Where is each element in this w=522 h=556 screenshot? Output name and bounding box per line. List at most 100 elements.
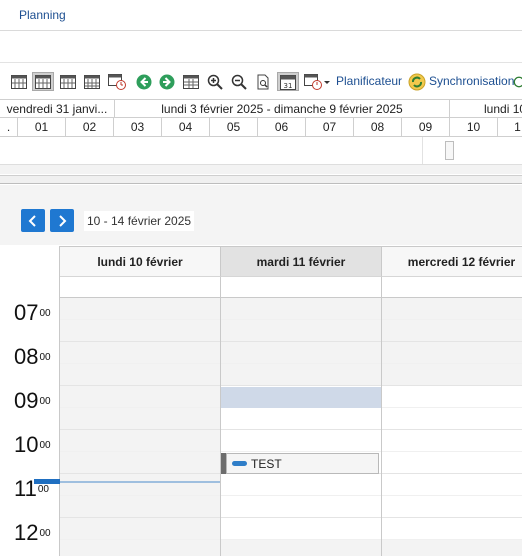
calendar-today-icon: 31 — [280, 74, 296, 90]
splitter[interactable] — [0, 176, 522, 184]
week-view-button[interactable] — [58, 72, 78, 91]
previous-week-button[interactable] — [21, 209, 45, 232]
timeline-week-row: vendredi 31 janvi... lundi 3 février 202… — [0, 99, 522, 118]
timeline-scrollbar[interactable] — [0, 164, 522, 174]
day-view-button[interactable] — [9, 72, 29, 91]
hour-label: 0900 — [14, 388, 51, 413]
time-slot[interactable] — [60, 518, 221, 540]
all-day-cell[interactable] — [60, 276, 221, 298]
calendar-clock-icon — [304, 73, 330, 90]
time-slot[interactable] — [382, 452, 522, 474]
zoom-out-button[interactable] — [229, 72, 249, 91]
time-slot[interactable] — [60, 408, 221, 430]
time-slot[interactable] — [382, 364, 522, 386]
synchronisation-link[interactable]: Synchronisation — [429, 74, 514, 88]
all-day-cell[interactable] — [382, 276, 522, 298]
timeline-day-cell: 08 — [354, 118, 402, 136]
calendar-button[interactable] — [181, 72, 201, 91]
timeline-day-row: . 01 02 03 04 05 06 07 08 09 10 1 — [0, 118, 522, 137]
timeline-day-cell: 10 — [450, 118, 498, 136]
today-button[interactable]: 31 — [277, 72, 299, 91]
planning-tab[interactable]: Planning — [19, 8, 66, 22]
time-slot[interactable] — [60, 342, 221, 364]
chevron-left-icon — [28, 214, 36, 227]
time-slot[interactable] — [382, 496, 522, 518]
time-slot[interactable] — [221, 474, 382, 496]
time-slot[interactable] — [221, 342, 382, 364]
time-slot[interactable] — [60, 430, 221, 452]
timeline-header: vendredi 31 janvi... lundi 3 février 202… — [0, 99, 522, 176]
next-week-button[interactable] — [50, 209, 74, 232]
timeline-view-button[interactable] — [106, 72, 128, 91]
time-slot[interactable] — [382, 408, 522, 430]
time-slot[interactable] — [60, 496, 221, 518]
time-slot[interactable] — [382, 298, 522, 320]
time-slot[interactable] — [382, 386, 522, 408]
time-slot[interactable] — [221, 320, 382, 342]
previous-button[interactable] — [134, 72, 154, 91]
time-slot[interactable] — [221, 518, 382, 540]
sync-icon-button[interactable] — [407, 72, 427, 91]
refresh-icon — [513, 76, 522, 87]
all-day-cell[interactable] — [221, 276, 382, 298]
planificateur-link[interactable]: Planificateur — [336, 74, 402, 88]
sync-icon — [408, 73, 426, 90]
appointment-test[interactable]: TEST — [221, 453, 379, 474]
current-time-line — [34, 481, 220, 483]
zoom-in-button[interactable] — [205, 72, 225, 91]
selected-time-slot[interactable] — [221, 387, 381, 408]
date-range-label: 10 - 14 février 2025 — [84, 211, 195, 231]
timeline-day-cell: 07 — [306, 118, 354, 136]
day-header-wednesday[interactable]: mercredi 12 février — [382, 246, 522, 276]
time-slot[interactable] — [382, 320, 522, 342]
time-slot[interactable] — [60, 474, 221, 496]
current-time-marker — [34, 479, 60, 484]
time-slot[interactable] — [60, 386, 221, 408]
time-slot[interactable] — [60, 298, 221, 320]
timeline-clock-icon — [108, 73, 126, 90]
day-header-tuesday[interactable]: mardi 11 février — [221, 246, 382, 276]
time-slot[interactable] — [382, 518, 522, 540]
time-slot[interactable] — [382, 342, 522, 364]
chevron-right-icon — [59, 214, 67, 227]
ribbon-area — [0, 31, 522, 63]
hour-label: 1000 — [14, 432, 51, 457]
document-search-icon — [257, 74, 269, 89]
hour-label: 1200 — [14, 520, 51, 545]
time-slot[interactable] — [221, 430, 382, 452]
timeline-day-cell: 01 — [18, 118, 66, 136]
time-slot[interactable] — [60, 540, 221, 556]
time-slot[interactable] — [60, 452, 221, 474]
zoom-in-icon — [207, 74, 223, 90]
timeline-day-cell: . — [0, 118, 18, 136]
time-slot[interactable] — [382, 430, 522, 452]
svg-text:31: 31 — [284, 82, 293, 90]
day-header-monday[interactable]: lundi 10 février — [60, 246, 221, 276]
schedule-dropdown-button[interactable] — [303, 72, 331, 91]
time-slot[interactable] — [382, 540, 522, 556]
time-slot[interactable] — [221, 298, 382, 320]
time-slot[interactable] — [221, 364, 382, 386]
grid-icon — [11, 74, 27, 89]
timeline-week-cell: lundi 10 — [450, 100, 522, 118]
time-slot[interactable] — [382, 474, 522, 496]
zoom-out-icon — [231, 74, 247, 90]
next-button[interactable] — [157, 72, 177, 91]
time-slot[interactable] — [221, 496, 382, 518]
grid-icon — [84, 74, 100, 89]
timeline-week-cell: vendredi 31 janvi... — [0, 100, 115, 118]
time-slot[interactable] — [60, 364, 221, 386]
time-slot[interactable] — [221, 408, 382, 430]
arrow-right-icon — [159, 74, 175, 89]
export-button[interactable] — [253, 72, 273, 91]
timeline-scroll-handle[interactable] — [445, 141, 454, 160]
work-week-view-button[interactable] — [32, 72, 54, 91]
timeline-week-cell: lundi 3 février 2025 - dimanche 9 févrie… — [115, 100, 450, 118]
timeline-body[interactable] — [0, 137, 522, 164]
scheduler-nav-bar — [0, 185, 522, 245]
time-slot[interactable] — [60, 320, 221, 342]
more-sync-icon[interactable] — [513, 72, 522, 91]
grid-icon — [60, 74, 76, 89]
month-view-button[interactable] — [82, 72, 102, 91]
time-slot[interactable] — [221, 540, 382, 556]
